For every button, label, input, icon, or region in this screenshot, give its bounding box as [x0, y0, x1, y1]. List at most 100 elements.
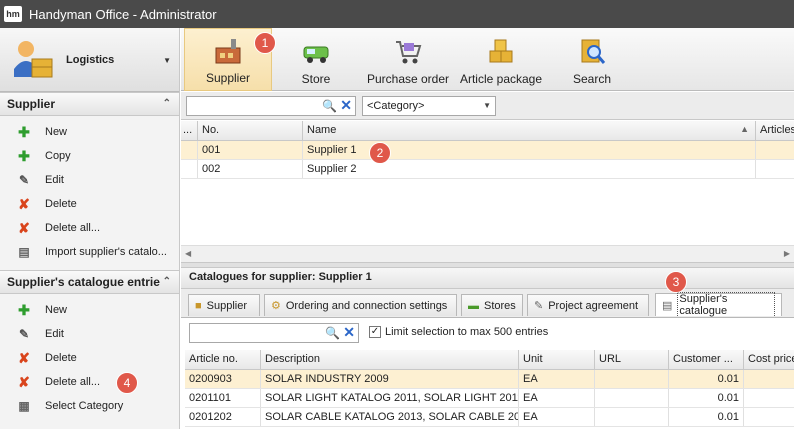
sidebar-item-label: Select Category: [45, 400, 124, 412]
row-indicator: [181, 141, 198, 159]
horizontal-scrollbar[interactable]: ◀ ▶: [181, 245, 794, 262]
table-row[interactable]: 0200903 SOLAR INDUSTRY 2009 EA 0.01: [185, 370, 794, 389]
plus-icon: ✚: [18, 147, 30, 164]
checkbox-checked-icon[interactable]: ✓: [369, 326, 381, 338]
search-icon[interactable]: 🔍: [325, 326, 340, 340]
sidebar-item-catalogue-delete[interactable]: ✘ Delete: [0, 346, 179, 370]
column-header-name[interactable]: Name ▲: [303, 121, 756, 140]
toolbar-search-button[interactable]: Search: [553, 28, 631, 91]
toolbar-store-button[interactable]: Store: [276, 28, 356, 91]
scroll-right-icon[interactable]: ▶: [784, 249, 790, 258]
cell-customer: 0.01: [669, 370, 744, 388]
callout-badge: 3: [665, 271, 687, 293]
scroll-left-icon[interactable]: ◀: [185, 249, 191, 258]
sidebar-item-label: Delete all...: [45, 376, 101, 388]
sidebar-item-new[interactable]: ✚ New: [0, 120, 179, 144]
column-header-articles[interactable]: Articles: [756, 121, 794, 140]
callout-badge: 1: [254, 32, 276, 54]
supplier-section-header[interactable]: Supplier ⌃: [0, 92, 179, 116]
box-icon: ■: [195, 299, 202, 312]
delete-all-icon: ✘: [18, 219, 30, 236]
module-selector[interactable]: Logistics ▼: [0, 28, 179, 92]
sidebar-item-catalogue-delete-all[interactable]: ✘ Delete all...: [0, 370, 179, 394]
sidebar-item-label: New: [45, 304, 68, 316]
section-title: Supplier's catalogue entrie: [7, 275, 160, 289]
supplier-search-input[interactable]: 🔍 ✕: [186, 96, 356, 116]
sidebar-item-delete[interactable]: ✘ Delete: [0, 192, 179, 216]
tab-label: Ordering and connection settings: [285, 299, 448, 312]
cell-customer: 0.01: [669, 389, 744, 407]
tab-label: Stores: [484, 299, 516, 312]
tab-suppliers-catalogue[interactable]: ▤ Supplier's catalogue: [655, 292, 782, 318]
clear-icon[interactable]: ✕: [340, 97, 352, 114]
catalogue-section-header[interactable]: Supplier's catalogue entrie ⌃: [0, 270, 179, 294]
tab-project-agreement[interactable]: ✎ Project agreement: [527, 294, 649, 316]
table-row[interactable]: 0201101 SOLAR LIGHT KATALOG 2011, SOLAR …: [185, 389, 794, 408]
table-row[interactable]: 002 Supplier 2: [181, 160, 794, 179]
column-header-description[interactable]: Description: [261, 350, 519, 369]
cell-no: 001: [198, 141, 303, 159]
module-label: Logistics: [66, 53, 115, 66]
detail-tabs: ■ Supplier ⚙ Ordering and connection set…: [181, 289, 794, 318]
sidebar-item-edit[interactable]: ✎ Edit: [0, 168, 179, 192]
cell-cost-price: [744, 389, 794, 407]
toolbar-button-label: Supplier: [205, 71, 251, 85]
limit-checkbox[interactable]: ✓ Limit selection to max 500 entries: [369, 326, 548, 338]
catalogue-search-input[interactable]: 🔍 ✕: [189, 323, 359, 343]
sidebar-item-copy[interactable]: ✚ Copy: [0, 144, 179, 168]
sidebar-item-label: Edit: [45, 174, 64, 186]
cell-url: [595, 370, 669, 388]
callout-badge: 4: [116, 372, 138, 394]
sidebar-item-delete-all[interactable]: ✘ Delete all...: [0, 216, 179, 240]
collapse-icon[interactable]: ⌃: [163, 98, 171, 109]
column-header-no[interactable]: No.: [198, 121, 303, 140]
toolbar-button-label: Purchase order: [366, 72, 450, 86]
catalogue-panel: 🔍 ✕ ✓ Limit selection to max 500 entries…: [181, 317, 794, 429]
chevron-down-icon[interactable]: ▼: [163, 56, 171, 65]
tab-label: Project agreement: [548, 299, 639, 312]
column-header-article-no[interactable]: Article no.: [185, 350, 261, 369]
sidebar-item-import-catalogue[interactable]: ▤ Import supplier's catalo...: [0, 240, 179, 264]
sidebar-item-label: Delete: [45, 198, 77, 210]
tab-supplier[interactable]: ■ Supplier: [188, 294, 260, 316]
cell-url: [595, 408, 669, 426]
logistics-icon: [14, 40, 53, 77]
tab-label: Supplier's catalogue: [677, 292, 775, 318]
search-icon[interactable]: 🔍: [322, 99, 337, 113]
limit-label: Limit selection to max 500 entries: [385, 326, 549, 338]
chevron-down-icon[interactable]: ▼: [483, 101, 491, 110]
grid-header: Article no. Description Unit URL Custome…: [185, 350, 794, 370]
sidebar-item-select-category[interactable]: ▦ Select Category: [0, 394, 179, 418]
cell-description: SOLAR INDUSTRY 2009: [261, 370, 519, 388]
plus-icon: ✚: [18, 301, 30, 318]
table-row[interactable]: 0201202 SOLAR CABLE KATALOG 2013, SOLAR …: [185, 408, 794, 427]
truck-icon: [303, 46, 329, 63]
tab-stores[interactable]: ▬ Stores: [461, 294, 523, 316]
toolbar-article-package-button[interactable]: Article package: [457, 28, 545, 91]
sidebar-item-catalogue-new[interactable]: ✚ New: [0, 298, 179, 322]
agreement-icon: ✎: [534, 300, 544, 312]
row-indicator: [181, 160, 198, 178]
sidebar-item-catalogue-edit[interactable]: ✎ Edit: [0, 322, 179, 346]
column-header-cost-price[interactable]: Cost price: [744, 350, 794, 369]
column-header-unit[interactable]: Unit: [519, 350, 595, 369]
toolbar-purchase-order-button[interactable]: Purchase order: [365, 28, 451, 91]
tab-ordering-settings[interactable]: ⚙ Ordering and connection settings: [264, 294, 457, 316]
grid-header: ... No. Name ▲ Articles: [181, 121, 794, 141]
cell-no: 002: [198, 160, 303, 178]
category-select[interactable]: <Category> ▼: [362, 96, 496, 116]
clear-icon[interactable]: ✕: [343, 324, 355, 341]
table-row[interactable]: 001 Supplier 1: [181, 141, 794, 160]
factory-icon: [215, 39, 241, 64]
column-header-indicator[interactable]: ...: [181, 121, 198, 140]
cell-unit: EA: [519, 408, 595, 426]
cell-unit: EA: [519, 370, 595, 388]
cell-articles: [756, 160, 794, 178]
column-header-url[interactable]: URL: [595, 350, 669, 369]
sidebar-item-label: Copy: [45, 150, 71, 162]
collapse-icon[interactable]: ⌃: [163, 276, 171, 287]
column-header-customer[interactable]: Customer ...: [669, 350, 744, 369]
delete-icon: ✘: [18, 349, 30, 366]
toolbar-button-label: Article package: [459, 72, 543, 86]
supplier-grid: ... No. Name ▲ Articles 001 Supplier 1 0…: [181, 121, 794, 245]
